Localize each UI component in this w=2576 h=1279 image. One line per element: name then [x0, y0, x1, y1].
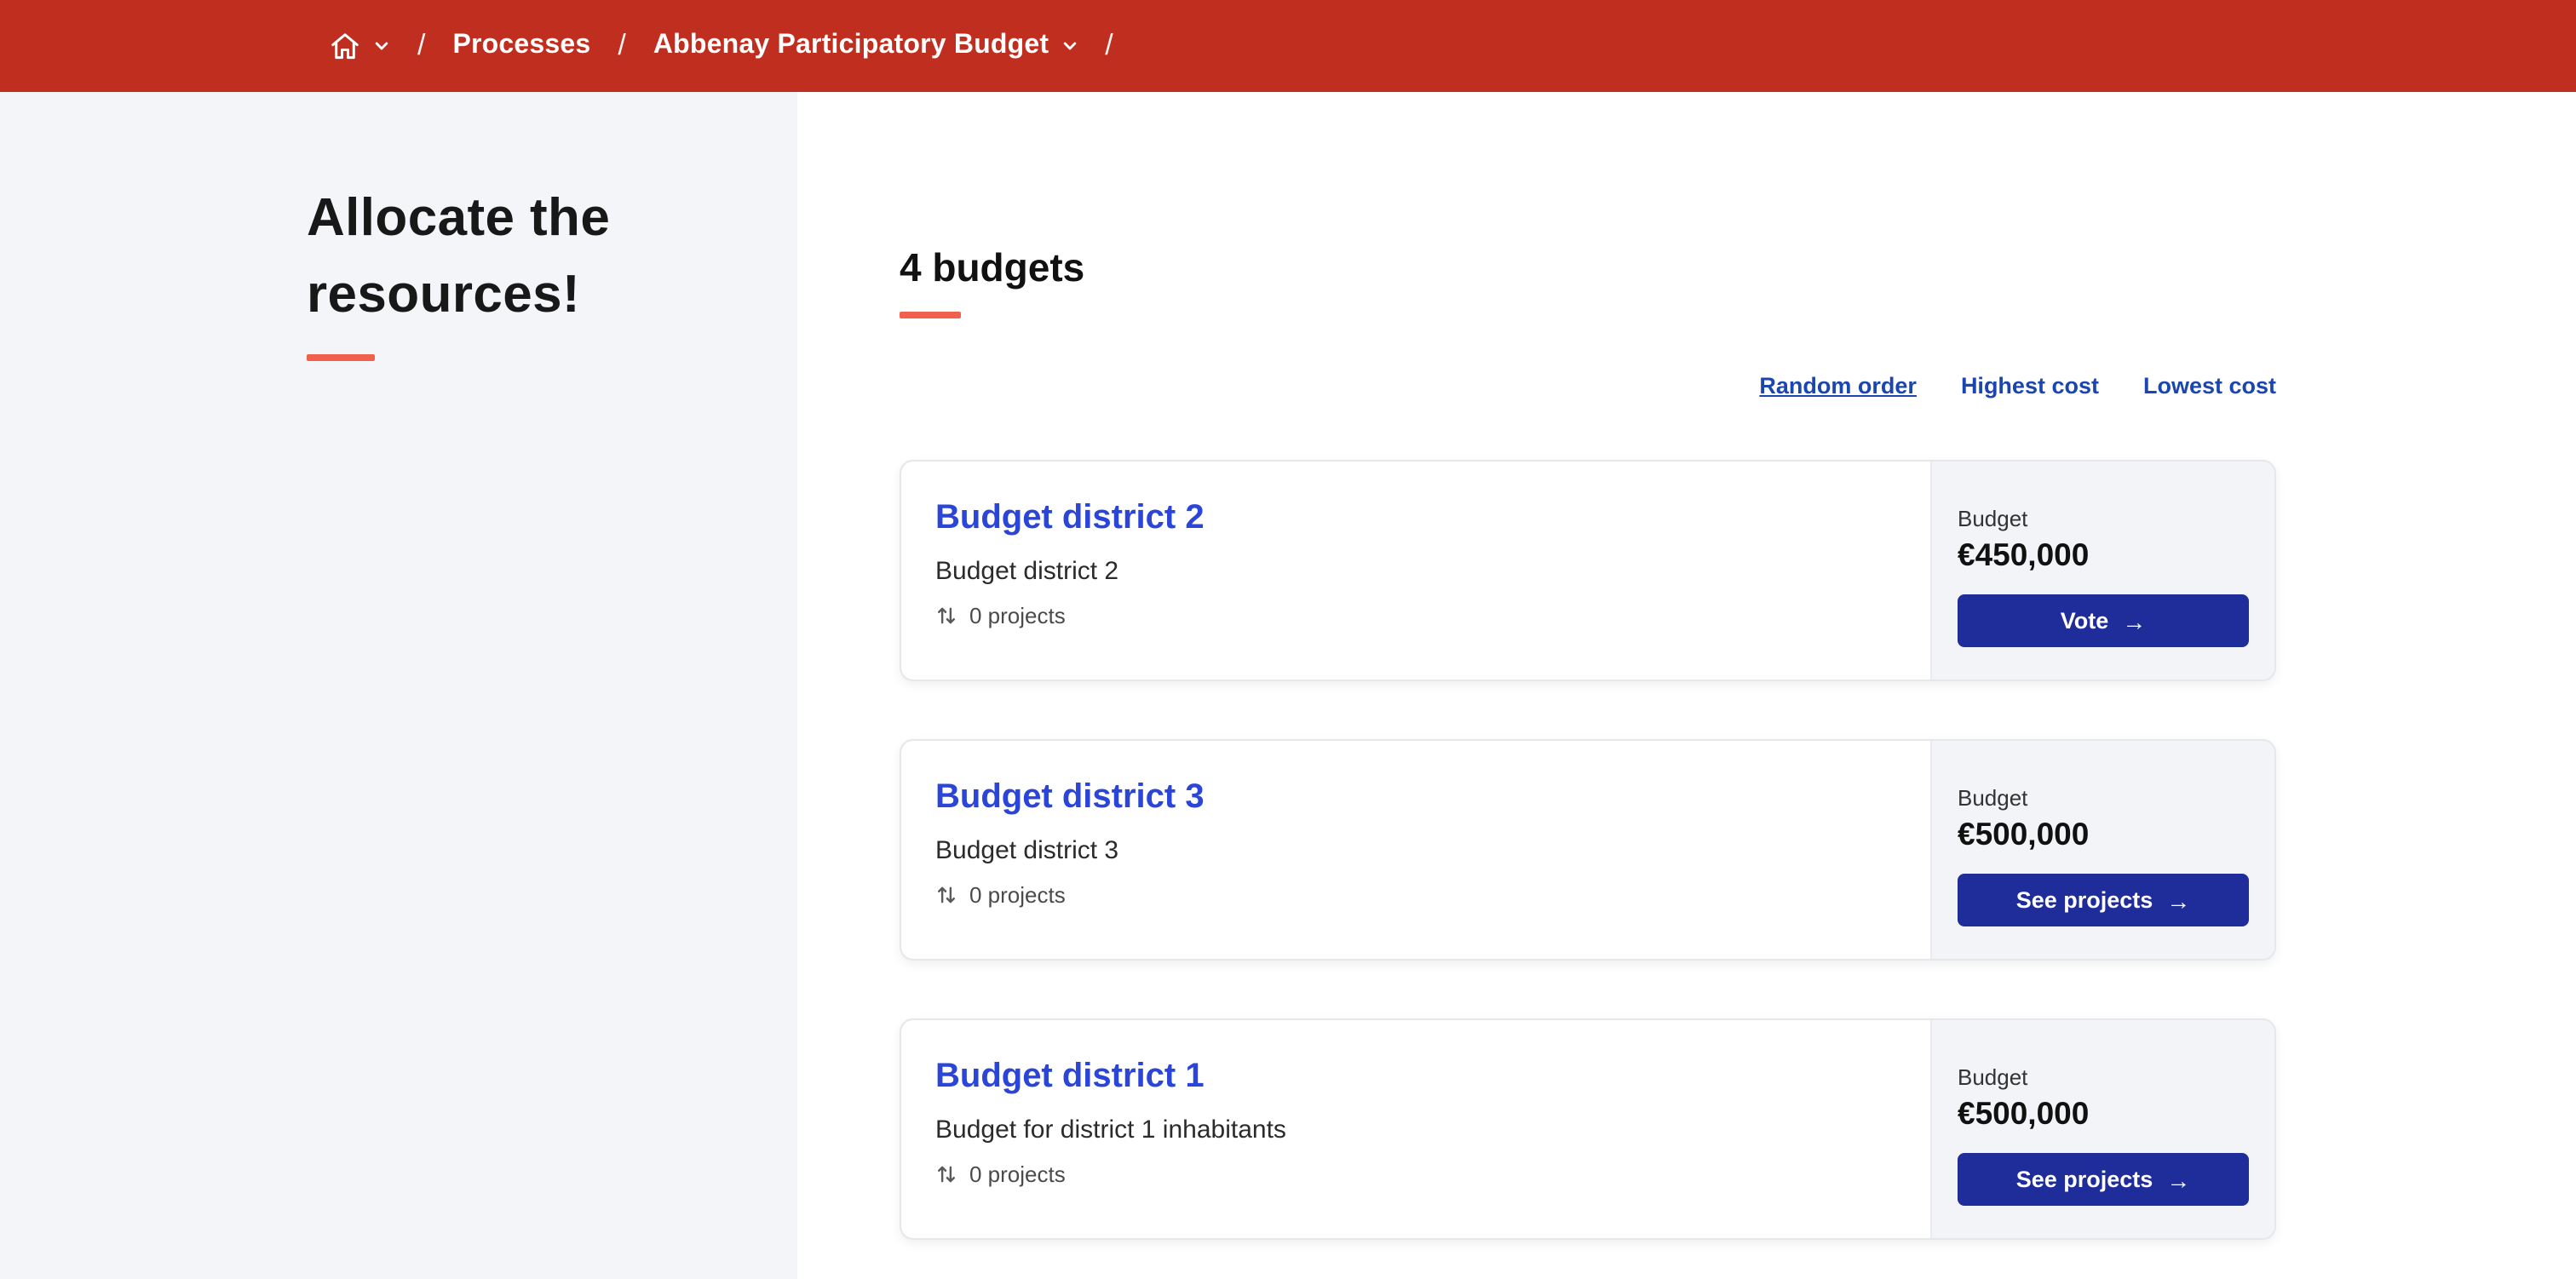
arrow-right-icon: → — [2166, 886, 2191, 914]
projects-count-label: 0 projects — [969, 603, 1066, 628]
budget-card-subtitle: Budget for district 1 inhabitants — [935, 1116, 1286, 1144]
see-projects-button[interactable]: See projects → — [1958, 1153, 2249, 1206]
title-accent-underline — [307, 353, 375, 361]
sort-highest-cost-link[interactable]: Highest cost — [1961, 373, 2099, 399]
sidebar: Allocate the resources! — [0, 92, 797, 1279]
breadcrumb-process-link[interactable]: Abbenay Participatory Budget — [653, 31, 1049, 61]
breadcrumb-separator: / — [618, 29, 626, 61]
home-dropdown-toggle[interactable] — [373, 37, 390, 54]
see-projects-button[interactable]: See projects → — [1958, 874, 2249, 926]
budget-card-subtitle: Budget district 3 — [935, 836, 1119, 865]
home-link[interactable] — [329, 30, 361, 62]
arrow-right-icon: → — [2166, 1166, 2191, 1193]
breadcrumb-separator: / — [1105, 29, 1113, 61]
top-navigation-bar: / Processes / Abbenay Participatory Budg… — [0, 0, 2576, 92]
budget-card: Budget district 3 Budget district 3 0 pr… — [900, 739, 2276, 961]
sidebar-title: Allocate the resources! — [307, 187, 611, 324]
see-projects-button-label: See projects — [2015, 887, 2153, 913]
budget-amount: €500,000 — [1958, 1095, 2090, 1131]
projects-count-label: 0 projects — [969, 882, 1066, 908]
projects-count: 0 projects — [935, 603, 1896, 628]
budget-amount: €450,000 — [1958, 536, 2090, 572]
sort-lowest-cost-link[interactable]: Lowest cost — [2143, 373, 2276, 399]
see-projects-button-label: See projects — [2015, 1167, 2153, 1192]
projects-sort-arrows-icon — [935, 884, 957, 906]
budget-card-title-link[interactable]: Budget district 3 — [935, 778, 1205, 817]
budget-card: Budget district 1 Budget for district 1 … — [900, 1018, 2276, 1240]
budget-card-aside: Budget €500,000 See projects → — [1930, 1020, 2274, 1238]
budget-label: Budget — [1958, 1064, 2028, 1090]
budget-card-subtitle: Budget district 2 — [935, 557, 1119, 586]
chevron-down-icon — [1061, 37, 1078, 54]
sort-random-order-link[interactable]: Random order — [1759, 373, 1917, 399]
vote-button-label: Vote — [2060, 608, 2109, 634]
budget-amount: €500,000 — [1958, 816, 2090, 852]
home-icon — [329, 30, 361, 62]
main-content: 4 budgets Random order Highest cost Lowe… — [797, 92, 2576, 1279]
budget-label: Budget — [1958, 506, 2028, 531]
page-body: Allocate the resources! 4 budgets Random… — [0, 92, 2576, 1279]
projects-count: 0 projects — [935, 1161, 1896, 1187]
projects-sort-arrows-icon — [935, 1163, 957, 1185]
budget-card: Budget district 2 Budget district 2 0 pr… — [900, 460, 2276, 681]
budget-card-title-link[interactable]: Budget district 2 — [935, 499, 1205, 538]
budget-card-aside: Budget €450,000 Vote → — [1930, 462, 2274, 680]
breadcrumb: / Processes / Abbenay Participatory Budg… — [329, 29, 1141, 63]
page: / Processes / Abbenay Participatory Budg… — [0, 0, 2576, 1279]
budget-card-body: Budget district 2 Budget district 2 0 pr… — [901, 462, 1930, 680]
projects-sort-arrows-icon — [935, 605, 957, 627]
breadcrumb-separator: / — [417, 29, 426, 61]
budget-card-body: Budget district 3 Budget district 3 0 pr… — [901, 741, 1930, 959]
projects-count: 0 projects — [935, 882, 1896, 908]
budget-card-title-link[interactable]: Budget district 1 — [935, 1058, 1205, 1097]
budget-card-body: Budget district 1 Budget for district 1 … — [901, 1020, 1930, 1238]
budgets-count-heading: 4 budgets — [900, 245, 1085, 290]
budgets-section: 4 budgets Random order Highest cost Lowe… — [900, 245, 2276, 1240]
chevron-down-icon — [373, 37, 390, 54]
budget-card-list: Budget district 2 Budget district 2 0 pr… — [900, 460, 2276, 1240]
breadcrumb-processes-link[interactable]: Processes — [452, 31, 590, 61]
sort-options: Random order Highest cost Lowest cost — [900, 373, 2276, 399]
projects-count-label: 0 projects — [969, 1161, 1066, 1187]
budget-label: Budget — [1958, 785, 2028, 811]
budget-card-aside: Budget €500,000 See projects → — [1930, 741, 2274, 959]
arrow-right-icon: → — [2122, 607, 2147, 634]
heading-accent-underline — [900, 312, 961, 318]
process-dropdown-toggle[interactable] — [1061, 37, 1078, 54]
vote-button[interactable]: Vote → — [1958, 594, 2249, 647]
